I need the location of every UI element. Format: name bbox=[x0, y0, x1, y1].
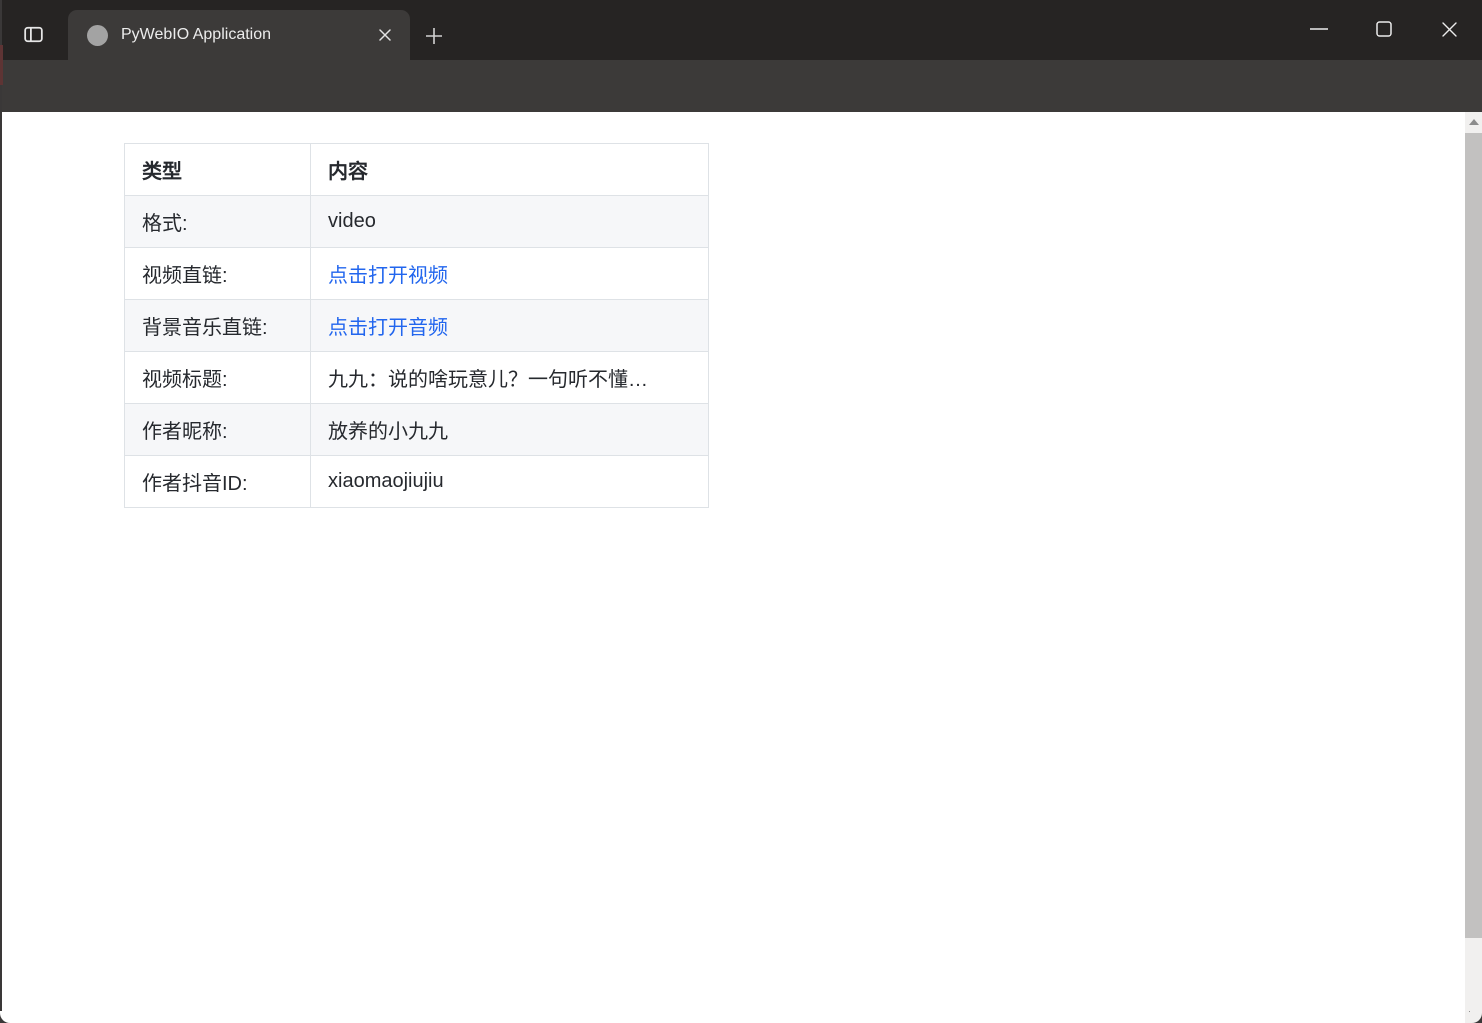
scrollbar-thumb[interactable] bbox=[1465, 133, 1482, 938]
vertical-scrollbar[interactable] bbox=[1465, 112, 1482, 1023]
tab-layout-icon bbox=[21, 22, 46, 47]
row-author-nickname-value: 放养的小九九 bbox=[311, 404, 709, 456]
scroll-up-button[interactable] bbox=[1465, 112, 1482, 131]
minimize-icon bbox=[1309, 19, 1329, 39]
row-audio-link-label: 背景音乐直链: bbox=[125, 300, 311, 352]
tab-actions-button[interactable] bbox=[18, 20, 48, 48]
row-format-value: video bbox=[311, 196, 709, 248]
row-author-id-label: 作者抖音ID: bbox=[125, 456, 311, 508]
window-left-border bbox=[0, 0, 2, 1023]
open-video-link[interactable]: 点击打开视频 bbox=[328, 265, 448, 287]
header-content: 内容 bbox=[311, 144, 709, 196]
background-window-sliver bbox=[0, 45, 3, 85]
row-audio-link: 背景音乐直链: 点击打开音频 bbox=[125, 300, 709, 352]
row-video-link-label: 视频直链: bbox=[125, 248, 311, 300]
row-format-label: 格式: bbox=[125, 196, 311, 248]
titlebar: PyWebIO Application bbox=[0, 0, 1482, 60]
video-info-table: 类型 内容 格式: video 视频直链: 点击打开视频 背景音乐直链: 点击打… bbox=[124, 143, 709, 508]
tab-close-button[interactable] bbox=[372, 22, 398, 48]
row-author-id-value: xiaomaojiujiu bbox=[311, 456, 709, 508]
open-audio-link[interactable]: 点击打开音频 bbox=[328, 317, 448, 339]
row-video-title-label: 视频标题: bbox=[125, 352, 311, 404]
row-author-nickname: 作者昵称: 放养的小九九 bbox=[125, 404, 709, 456]
new-tab-button[interactable] bbox=[420, 24, 448, 48]
window-close-button[interactable] bbox=[1427, 10, 1471, 48]
close-icon bbox=[378, 28, 392, 42]
row-format: 格式: video bbox=[125, 196, 709, 248]
window-minimize-button[interactable] bbox=[1297, 10, 1341, 48]
window-corner-bottom-left bbox=[0, 1011, 12, 1023]
browser-tab[interactable]: PyWebIO Application bbox=[68, 10, 410, 60]
tab-favicon-icon bbox=[87, 25, 108, 46]
row-video-title: 视频标题: 九九：说的啥玩意儿？一句听不懂… bbox=[125, 352, 709, 404]
window-corner-bottom-right bbox=[1470, 1011, 1482, 1023]
row-video-title-value: 九九：说的啥玩意儿？一句听不懂… bbox=[311, 352, 709, 404]
window-maximize-button[interactable] bbox=[1362, 10, 1406, 48]
close-icon bbox=[1441, 21, 1458, 38]
navigation-bar: 127.0.0.1/tiktok 未同步 bbox=[0, 60, 1482, 112]
header-type: 类型 bbox=[125, 144, 311, 196]
maximize-icon bbox=[1375, 20, 1393, 38]
plus-icon bbox=[424, 26, 444, 46]
table-header-row: 类型 内容 bbox=[125, 144, 709, 196]
scroll-up-icon bbox=[1469, 119, 1479, 125]
row-author-id: 作者抖音ID: xiaomaojiujiu bbox=[125, 456, 709, 508]
row-author-nickname-label: 作者昵称: bbox=[125, 404, 311, 456]
tab-title: PyWebIO Application bbox=[121, 26, 372, 44]
page-content: 类型 内容 格式: video 视频直链: 点击打开视频 背景音乐直链: 点击打… bbox=[2, 112, 1465, 1023]
row-video-link: 视频直链: 点击打开视频 bbox=[125, 248, 709, 300]
